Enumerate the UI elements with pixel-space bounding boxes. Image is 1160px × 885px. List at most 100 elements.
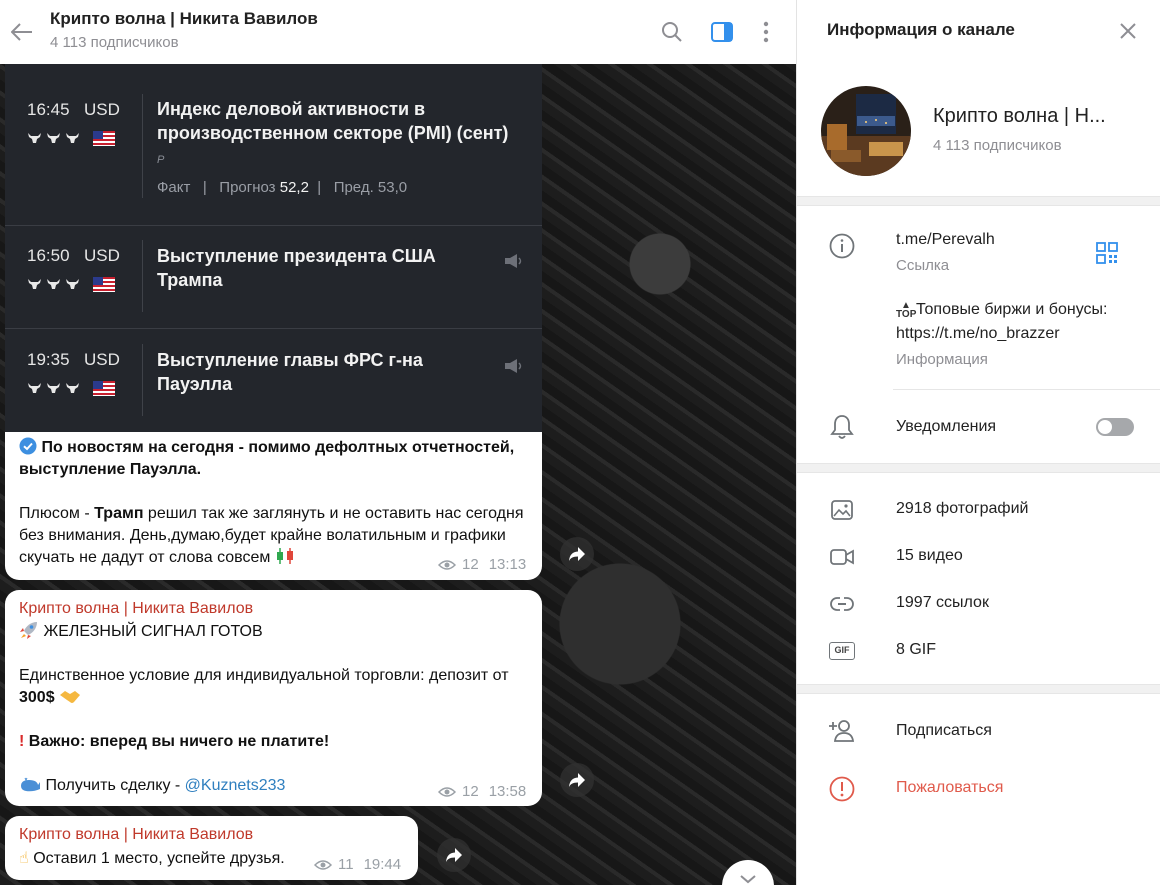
more-options-button[interactable] (748, 14, 784, 50)
description-label: Информация (896, 351, 988, 368)
bull-icon (47, 383, 60, 393)
qr-code-icon (1096, 242, 1118, 264)
whale-icon (21, 777, 40, 792)
views-count: 12 (462, 783, 479, 800)
calendar-row: 16:50 USD Выступление президента США Тра… (5, 226, 542, 329)
subscribe-icon-wrap (827, 716, 857, 746)
videos-count[interactable]: 15 видео (896, 547, 963, 565)
views-eye-icon (314, 859, 332, 870)
message-text: По новостям на сегодня - помимо дефолтны… (19, 437, 534, 569)
importance-bulls (27, 382, 80, 394)
message-bubble-last[interactable]: Крипто волна | Никита Вавилов ☝ Оставил … (5, 816, 418, 880)
calendar-row: 16:45 USD Индекс деловой активности в пр… (5, 64, 542, 226)
message-text: ЖЕЛЕЗНЫЙ СИГНАЛ ГОТОВ Единственное услов… (19, 621, 534, 797)
channel-link[interactable]: t.me/Perevalh (896, 231, 995, 249)
photos-count[interactable]: 2918 фотографий (896, 500, 1028, 518)
chat-title[interactable]: Крипто волна | Никита Вавилов (50, 9, 318, 29)
share-arrow-icon (446, 848, 462, 862)
channel-info-panel: Информация о канале Крипто волна | Н... … (796, 0, 1160, 885)
views-eye-icon (438, 559, 456, 570)
calendar-currency: USD (84, 246, 120, 265)
bell-icon (830, 415, 854, 439)
calendar-divider (142, 344, 143, 416)
speaker-icon (505, 254, 522, 268)
bull-icon (28, 279, 41, 289)
speaker-icon (505, 359, 522, 373)
more-vertical-icon (763, 21, 769, 43)
arrow-left-icon (11, 23, 32, 41)
bull-icon (28, 133, 41, 143)
calendar-event: Выступление главы ФРС г-на Пауэлла (157, 350, 423, 394)
qr-code-button[interactable] (1094, 240, 1120, 266)
search-button[interactable] (654, 14, 690, 50)
signal-important: ! Важно: вперед вы ничего не платите! (19, 731, 534, 753)
channel-avatar[interactable] (821, 86, 911, 176)
handshake-icon (60, 691, 81, 703)
verified-check-icon (19, 437, 37, 455)
links-count[interactable]: 1997 ссылок (896, 594, 989, 612)
us-flag-icon (93, 131, 115, 146)
message-time: 13:13 (488, 556, 527, 573)
message-author[interactable]: Крипто волна | Никита Вавилов (19, 600, 253, 618)
notifications-toggle[interactable] (1096, 418, 1134, 436)
message-meta: 12 13:58 (438, 783, 526, 800)
bull-icon (47, 133, 60, 143)
description-text: Топовые биржи и бонусы: (916, 301, 1108, 318)
calendar-row: 19:35 USD Выступление главы ФРС г-на Пау… (5, 329, 542, 432)
signal-title-text: ЖЕЛЕЗНЫЙ СИГНАЛ ГОТОВ (43, 623, 263, 640)
gif-icon-wrap: GIF (827, 636, 857, 666)
report-alert-icon (829, 776, 855, 802)
top-arrow-icon: ▲ TOP (896, 300, 917, 320)
bull-icon (66, 133, 79, 143)
share-button[interactable] (560, 537, 594, 571)
stats-forecast-label: Прогноз (219, 179, 276, 196)
message-time: 19:44 (363, 856, 402, 873)
photo-icon (831, 500, 853, 520)
condition-text: Единственное условие для индивидуальной … (19, 667, 509, 684)
gifs-count[interactable]: 8 GIF (896, 641, 936, 659)
info-circle-icon (829, 233, 855, 259)
channel-description: ▲ TOPТоповые биржи и бонусы: (896, 300, 1108, 320)
gif-icon: GIF (829, 642, 855, 660)
info-panel-title: Информация о канале (827, 20, 1015, 39)
subscribe-button[interactable]: Подписаться (896, 722, 992, 740)
views-count: 12 (462, 556, 479, 573)
report-button[interactable]: Пожаловаться (896, 779, 1003, 797)
share-button[interactable] (437, 838, 471, 872)
photos-icon-wrap (827, 495, 857, 525)
close-icon (1120, 23, 1136, 39)
avatar-image (821, 86, 911, 176)
close-button[interactable] (1111, 14, 1145, 48)
deal-text: Получить сделку - (45, 777, 185, 794)
preliminary-mark: P (157, 154, 165, 166)
share-button[interactable] (560, 763, 594, 797)
stats-forecast: 52,2 (279, 179, 309, 196)
news-body-bold: Трамп (94, 505, 144, 522)
us-flag-icon (93, 277, 115, 292)
video-icon (830, 549, 854, 565)
back-button[interactable] (4, 14, 40, 50)
calendar-event: Индекс деловой активности в производстве… (157, 97, 512, 172)
toggle-sidebar-button[interactable] (704, 14, 740, 50)
notifications-label: Уведомления (896, 418, 997, 435)
gif-badge-text: GIF (834, 645, 850, 655)
videos-icon-wrap (827, 542, 857, 572)
calendar-time: 19:35 (27, 350, 70, 369)
chat-subscribers: 4 113 подписчиков (50, 34, 179, 51)
deal-username-link[interactable]: @Kuznets233 (185, 777, 286, 794)
share-arrow-icon (569, 547, 585, 561)
message-author[interactable]: Крипто волна | Никита Вавилов (19, 826, 253, 844)
description-link[interactable]: https://t.me/no_brazzer (896, 325, 1060, 343)
message-bubble-signal[interactable]: Крипто волна | Никита Вавилов ЖЕЛЕЗНЫЙ С… (5, 590, 542, 806)
calendar-event-text: Индекс деловой активности в производстве… (157, 99, 509, 143)
exclamation-icon: ! (19, 733, 25, 750)
calendar-currency: USD (84, 100, 120, 119)
stats-prev: Пред. 53,0 (333, 179, 408, 196)
candles-icon (276, 548, 293, 564)
rocket-icon (20, 622, 37, 639)
bell-icon-wrap (827, 412, 857, 442)
views-eye-icon (438, 786, 456, 797)
economic-calendar-image[interactable]: 16:45 USD Индекс деловой активности в пр… (5, 64, 542, 432)
calendar-time: 16:45 (27, 100, 70, 119)
calendar-time: 16:50 (27, 246, 70, 265)
